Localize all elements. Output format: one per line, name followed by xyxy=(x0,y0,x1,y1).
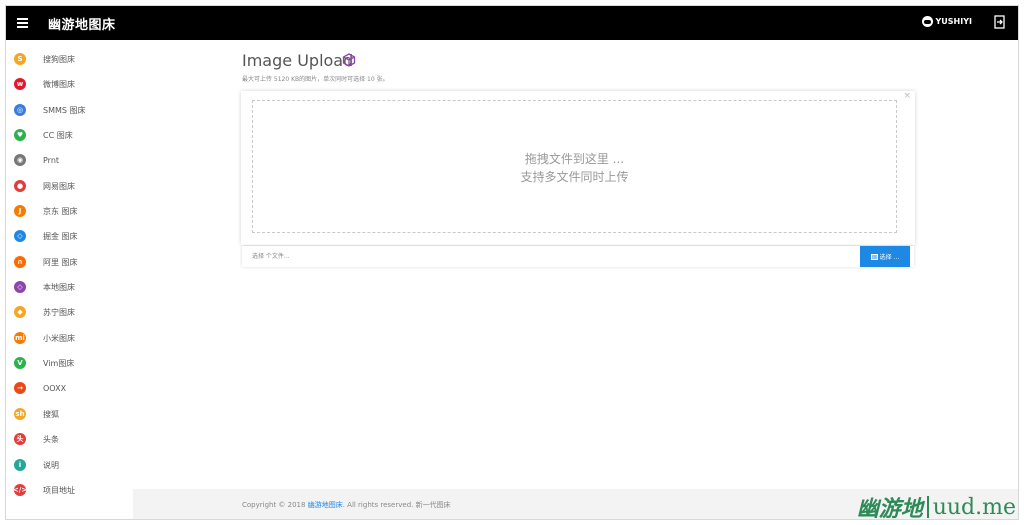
cc-icon: ♥ xyxy=(14,129,26,141)
sidebar-item[interactable]: ◇ 本地图床 xyxy=(6,277,133,297)
sidebar-item-label: 阿里 图床 xyxy=(43,257,78,267)
sidebar-item-label: 搜狗图床 xyxy=(43,54,75,64)
avatar xyxy=(921,16,933,27)
suning-icon: ◆ xyxy=(14,306,26,318)
app-window: 幽游地图床 YUSHIYI S 搜狗图床 w 微博图床 ◎ SMMS 图床 ♥ CC 图床 ◉ P… xyxy=(5,5,1019,520)
sidebar-item[interactable]: → OOXX xyxy=(6,378,133,398)
sidebar-item[interactable]: ◇ 掘金 图床 xyxy=(6,226,133,246)
sidebar-item[interactable]: ♥ CC 图床 xyxy=(6,125,133,145)
sidebar-item[interactable]: i 说明 xyxy=(6,455,133,475)
watermark-cn: 幽游地 xyxy=(856,496,923,520)
logout-icon[interactable] xyxy=(994,15,1006,29)
user-menu[interactable]: YUSHIYI xyxy=(921,16,973,27)
sidebar-item[interactable]: 头 头条 xyxy=(6,429,133,449)
sidebar-item-label: 微博图床 xyxy=(43,79,75,89)
top-navbar: 幽游地图床 YUSHIYI xyxy=(6,6,1018,40)
app-title[interactable]: 幽游地图床 xyxy=(48,14,116,33)
upload-panel: × 拖拽文件到这里 ... 支持多文件同时上传 xyxy=(241,91,915,245)
sidebar-item-label: Vim图床 xyxy=(43,358,75,368)
toutiao-icon: 头 xyxy=(14,433,26,445)
cube-icon xyxy=(342,53,356,67)
dropzone-subtext: 支持多文件同时上传 xyxy=(520,170,629,184)
sidebar-item[interactable]: sh 搜狐 xyxy=(6,404,133,424)
juejin-icon: ◇ xyxy=(14,230,26,242)
local-cube-icon: ◇ xyxy=(14,281,26,293)
page-title: Image Upload xyxy=(242,51,354,70)
choose-file-button[interactable]: 选择 ... xyxy=(860,246,910,267)
file-chooser: 选择 ... xyxy=(242,246,914,267)
sidebar-item[interactable]: ◉ Prnt xyxy=(6,150,133,170)
close-icon[interactable]: × xyxy=(903,91,911,101)
copyright-prefix: Copyright © 2018 xyxy=(242,501,306,509)
watermark: 幽游地 uud.me xyxy=(857,491,1016,520)
sidebar-item-label: 搜狐 xyxy=(43,409,59,419)
ooxx-icon: → xyxy=(14,382,26,394)
sidebar-item[interactable]: S 搜狗图床 xyxy=(6,49,133,69)
sidebar-item-label: SMMS 图床 xyxy=(43,105,86,115)
image-icon xyxy=(870,253,878,260)
choose-button-label: 选择 ... xyxy=(879,254,900,261)
upload-limit-hint: 最大可上传 5120 KB的图片，单次同时可选择 10 张。 xyxy=(242,76,389,83)
watermark-en: uud.me xyxy=(932,494,1016,520)
sidebar-item[interactable]: w 微博图床 xyxy=(6,74,133,94)
sidebar-item[interactable]: ● 网易图床 xyxy=(6,176,133,196)
jd-icon: J xyxy=(14,205,26,217)
sogou-icon: S xyxy=(14,53,26,65)
username: YUSHIYI xyxy=(935,17,973,26)
sidebar-item-label: 小米图床 xyxy=(43,333,75,343)
sidebar-item-label: 项目地址 xyxy=(43,485,75,495)
watermark-divider xyxy=(926,496,929,518)
sidebar-item-label: 苏宁图床 xyxy=(43,307,75,317)
vim-icon: V xyxy=(14,357,26,369)
sidebar-item[interactable]: ∩ 阿里 图床 xyxy=(6,252,133,272)
drop-zone[interactable]: 拖拽文件到这里 ... 支持多文件同时上传 xyxy=(252,100,897,233)
netease-icon: ● xyxy=(14,180,26,192)
sidebar-item-label: 头条 xyxy=(43,434,59,444)
copyright-link[interactable]: 幽游地图床 xyxy=(308,501,343,509)
sidebar-item[interactable]: J 京东 图床 xyxy=(6,201,133,221)
smms-icon: ◎ xyxy=(14,104,26,116)
sidebar-item-label: CC 图床 xyxy=(43,130,73,140)
code-icon: </> xyxy=(12,484,28,496)
sidebar-item[interactable]: mi 小米图床 xyxy=(6,328,133,348)
sidebar-item-label: 说明 xyxy=(43,460,59,470)
copyright-text: Copyright © 2018 幽游地图床. All rights reser… xyxy=(242,500,451,510)
menu-icon[interactable] xyxy=(14,14,32,32)
copyright-suffix: . All rights reserved. 新一代图床 xyxy=(342,501,451,509)
dropzone-text: 拖拽文件到这里 ... xyxy=(524,152,625,166)
file-name-field[interactable] xyxy=(242,246,860,267)
xiaomi-icon: mi xyxy=(14,332,26,344)
sidebar-item-label: OOXX xyxy=(43,383,67,393)
sidebar-item[interactable]: V Vim图床 xyxy=(6,353,133,373)
ali-icon: ∩ xyxy=(14,256,26,268)
info-icon: i xyxy=(14,459,26,471)
sidebar-item[interactable]: ◆ 苏宁图床 xyxy=(6,302,133,322)
sidebar: S 搜狗图床 w 微博图床 ◎ SMMS 图床 ♥ CC 图床 ◉ Prnt ● 网易图床 J 京东 图床… xyxy=(6,45,133,519)
sidebar-item-label: 网易图床 xyxy=(43,181,75,191)
weibo-icon: w xyxy=(14,78,26,90)
sidebar-item-label: Prnt xyxy=(43,155,60,165)
sidebar-item-label: 掘金 图床 xyxy=(43,231,78,241)
footer: Copyright © 2018 幽游地图床. All rights reser… xyxy=(133,489,1018,520)
sidebar-item[interactable]: </> 项目地址 xyxy=(6,480,133,500)
sohu-icon: sh xyxy=(14,408,26,420)
sidebar-item[interactable]: ◎ SMMS 图床 xyxy=(6,100,133,120)
sidebar-item-label: 本地图床 xyxy=(43,282,75,292)
sidebar-item-label: 京东 图床 xyxy=(43,206,78,216)
prnt-icon: ◉ xyxy=(14,154,26,166)
